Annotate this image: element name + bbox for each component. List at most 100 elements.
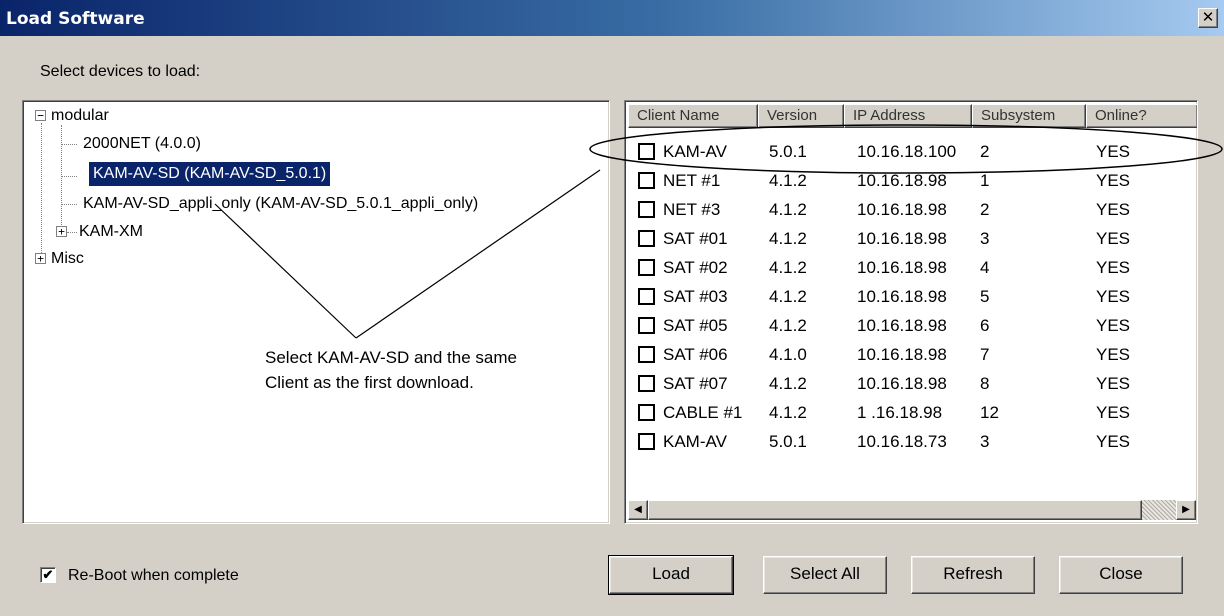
close-icon[interactable]: ✕ xyxy=(1198,8,1218,28)
table-row[interactable]: NET #1 4.1.2 10.16.18.98 1 YES xyxy=(625,168,1185,194)
scroll-right-icon[interactable]: ▶ xyxy=(1176,500,1196,520)
tree-connector xyxy=(61,125,62,233)
column-header-client-name[interactable]: Client Name xyxy=(628,104,758,128)
cell-online: YES xyxy=(1096,432,1131,451)
device-tree[interactable]: − modular 2000NET (4.0.0) KAM-AV-SD (KAM… xyxy=(22,100,610,524)
row-checkbox[interactable] xyxy=(638,288,655,305)
tree-node-modular[interactable]: modular xyxy=(51,104,109,128)
cell-client-name: KAM-AV xyxy=(663,432,727,451)
cell-ip-address: 10.16.18.98 xyxy=(857,287,947,306)
table-row[interactable]: CABLE #1 4.1.2 1 .16.18.98 12 YES xyxy=(625,400,1185,426)
title-bar: Load Software ✕ xyxy=(0,0,1224,36)
scroll-left-icon[interactable]: ◀ xyxy=(628,500,648,520)
cell-ip-address: 10.16.18.73 xyxy=(857,432,947,451)
expand-icon[interactable]: + xyxy=(56,226,67,237)
cell-client-name: SAT #02 xyxy=(663,258,728,277)
resize-grip xyxy=(1142,500,1176,520)
scroll-thumb[interactable] xyxy=(648,500,1142,520)
annotation-line-2: Client as the first download. xyxy=(265,373,474,392)
table-row[interactable]: NET #3 4.1.2 10.16.18.98 2 YES xyxy=(625,197,1185,223)
cell-subsystem: 3 xyxy=(980,432,990,451)
annotation-callout: Select KAM-AV-SD and the same Client as … xyxy=(265,345,565,395)
cell-ip-address: 10.16.18.98 xyxy=(857,374,947,393)
row-checkbox[interactable] xyxy=(638,346,655,363)
cell-subsystem: 3 xyxy=(980,229,990,248)
table-row[interactable]: KAM-AV 5.0.1 10.16.18.100 2 YES xyxy=(625,139,1185,165)
cell-subsystem: 12 xyxy=(980,403,999,422)
cell-version: 4.1.2 xyxy=(769,287,807,306)
row-checkbox[interactable] xyxy=(638,375,655,392)
cell-subsystem: 8 xyxy=(980,374,990,393)
cell-version: 5.0.1 xyxy=(769,142,807,161)
cell-client-name: SAT #05 xyxy=(663,316,728,335)
column-header-subsystem[interactable]: Subsystem xyxy=(972,104,1086,128)
cell-ip-address: 1 .16.18.98 xyxy=(857,403,943,422)
cell-subsystem: 7 xyxy=(980,345,990,364)
cell-client-name: SAT #01 xyxy=(663,229,728,248)
cell-version: 4.1.2 xyxy=(769,374,807,393)
cell-version: 4.1.0 xyxy=(769,345,807,364)
tree-node-misc[interactable]: Misc xyxy=(51,247,84,271)
close-button[interactable]: Close xyxy=(1059,556,1183,594)
cell-subsystem: 1 xyxy=(980,171,990,190)
cell-version: 4.1.2 xyxy=(769,258,807,277)
row-checkbox[interactable] xyxy=(638,172,655,189)
row-checkbox[interactable] xyxy=(638,230,655,247)
reboot-label: Re-Boot when complete xyxy=(68,567,239,584)
row-checkbox[interactable] xyxy=(638,201,655,218)
window-title: Load Software xyxy=(6,9,145,29)
horizontal-scrollbar[interactable]: ◀ ▶ xyxy=(628,500,1196,520)
tree-connector xyxy=(67,232,77,233)
cell-ip-address: 10.16.18.98 xyxy=(857,229,947,248)
cell-client-name: CABLE #1 xyxy=(663,403,743,422)
table-row[interactable]: SAT #07 4.1.2 10.16.18.98 8 YES xyxy=(625,371,1185,397)
cell-version: 4.1.2 xyxy=(769,229,807,248)
collapse-icon[interactable]: − xyxy=(35,110,46,121)
row-checkbox[interactable] xyxy=(638,317,655,334)
select-all-button[interactable]: Select All xyxy=(763,556,887,594)
cell-online: YES xyxy=(1096,316,1131,335)
column-header-online[interactable]: Online? xyxy=(1086,104,1197,128)
row-checkbox[interactable] xyxy=(638,433,655,450)
cell-version: 5.0.1 xyxy=(769,432,807,451)
table-row[interactable]: SAT #06 4.1.0 10.16.18.98 7 YES xyxy=(625,342,1185,368)
check-icon[interactable]: ✔ xyxy=(40,567,56,583)
client-list[interactable]: Client Name Version IP Address Subsystem… xyxy=(624,100,1198,524)
table-row[interactable]: SAT #03 4.1.2 10.16.18.98 5 YES xyxy=(625,284,1185,310)
load-button[interactable]: Load xyxy=(608,555,734,595)
cell-online: YES xyxy=(1096,171,1131,190)
column-header-version[interactable]: Version xyxy=(758,104,844,128)
cell-subsystem: 4 xyxy=(980,258,990,277)
table-row[interactable]: SAT #01 4.1.2 10.16.18.98 3 YES xyxy=(625,226,1185,252)
cell-online: YES xyxy=(1096,229,1131,248)
tree-node-2000net[interactable]: 2000NET (4.0.0) xyxy=(83,132,201,156)
tree-connector xyxy=(61,144,77,145)
cell-version: 4.1.2 xyxy=(769,171,807,190)
tree-connector xyxy=(41,123,42,259)
cell-subsystem: 6 xyxy=(980,316,990,335)
expand-icon[interactable]: + xyxy=(35,253,46,264)
tree-node-kam-av-sd-appli-only[interactable]: KAM-AV-SD_appli_only (KAM-AV-SD_5.0.1_ap… xyxy=(83,192,478,216)
cell-subsystem: 2 xyxy=(980,142,990,161)
cell-online: YES xyxy=(1096,258,1131,277)
column-header-ip-address[interactable]: IP Address xyxy=(844,104,972,128)
cell-online: YES xyxy=(1096,200,1131,219)
row-checkbox[interactable] xyxy=(638,143,655,160)
row-checkbox[interactable] xyxy=(638,259,655,276)
table-row[interactable]: SAT #02 4.1.2 10.16.18.98 4 YES xyxy=(625,255,1185,281)
refresh-button[interactable]: Refresh xyxy=(911,556,1035,594)
tree-connector xyxy=(61,176,77,177)
cell-version: 4.1.2 xyxy=(769,316,807,335)
cell-subsystem: 2 xyxy=(980,200,990,219)
table-row[interactable]: SAT #05 4.1.2 10.16.18.98 6 YES xyxy=(625,313,1185,339)
cell-ip-address: 10.16.18.98 xyxy=(857,345,947,364)
tree-node-kam-xm[interactable]: KAM-XM xyxy=(79,220,143,244)
table-row[interactable]: KAM-AV 5.0.1 10.16.18.73 3 YES xyxy=(625,429,1185,455)
tree-node-kam-av-sd[interactable]: KAM-AV-SD (KAM-AV-SD_5.0.1) xyxy=(89,162,331,186)
cell-subsystem: 5 xyxy=(980,287,990,306)
cell-client-name: NET #3 xyxy=(663,200,721,219)
cell-ip-address: 10.16.18.98 xyxy=(857,258,947,277)
row-checkbox[interactable] xyxy=(638,404,655,421)
cell-online: YES xyxy=(1096,345,1131,364)
cell-online: YES xyxy=(1096,142,1131,161)
